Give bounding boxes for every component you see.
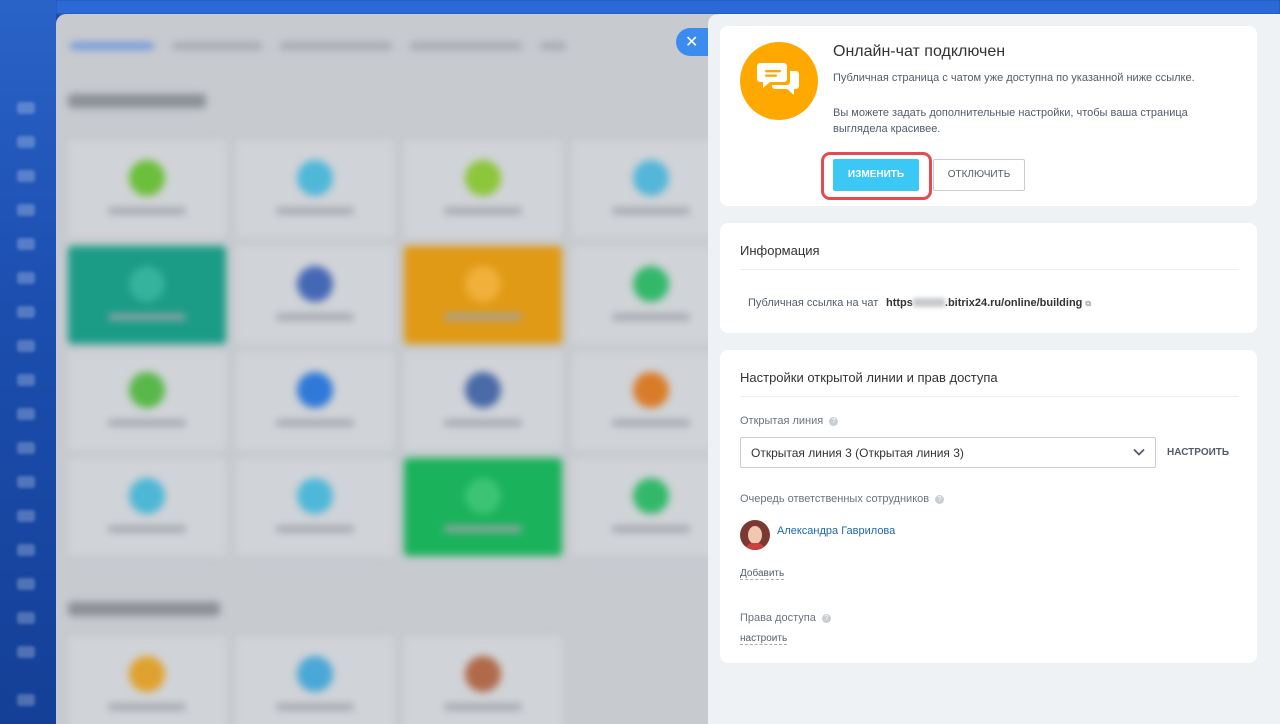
public-link[interactable]: https .bitrix24.ru/online/building ⧉ [886, 297, 1091, 309]
info-card: Информация Публичная ссылка на чат https… [720, 223, 1257, 333]
public-link-prefix: https [886, 297, 913, 309]
open-line-value: Открытая линия 3 (Открытая линия 3) [751, 446, 964, 460]
queue-user-link[interactable]: Александра Гаврилова [777, 525, 895, 537]
info-title: Информация [740, 243, 820, 258]
public-link-suffix: .bitrix24.ru/online/building [944, 297, 1083, 309]
app-sidebar [0, 0, 56, 724]
access-label: Права доступа? [740, 612, 831, 624]
open-line-label: Открытая линия? [740, 415, 839, 427]
public-link-label: Публичная ссылка на чат [748, 297, 879, 309]
change-button[interactable]: ИЗМЕНИТЬ [833, 159, 919, 191]
settings-title: Настройки открытой линии и прав доступа [740, 370, 998, 385]
close-icon: ✕ [685, 32, 699, 51]
status-description: Публичная страница с чатом уже доступна … [833, 72, 1195, 84]
settings-slider-panel: Онлайн-чат подключен Публичная страница … [708, 14, 1280, 724]
access-configure-link[interactable]: настроить [740, 633, 788, 645]
close-slider-button[interactable]: ✕ [676, 28, 712, 56]
status-title: Онлайн-чат подключен [833, 43, 1006, 60]
status-hint: Вы можете задать дополнительные настройк… [833, 107, 1188, 135]
app-header [56, 0, 1280, 14]
configure-line-button[interactable]: НАСТРОИТЬ [1167, 447, 1229, 458]
avatar[interactable] [740, 520, 770, 550]
redacted-domain [912, 297, 945, 307]
add-user-link[interactable]: Добавить [740, 568, 785, 580]
divider [740, 396, 1239, 397]
chat-bubbles-icon [740, 42, 818, 120]
blurred-contact-center-page [56, 14, 716, 724]
external-link-icon: ⧉ [1085, 299, 1092, 308]
settings-card: Настройки открытой линии и прав доступа … [720, 350, 1257, 663]
open-line-select[interactable]: Открытая линия 3 (Открытая линия 3) [740, 437, 1156, 468]
help-icon[interactable]: ? [829, 417, 839, 426]
status-card: Онлайн-чат подключен Публичная страница … [720, 26, 1257, 206]
divider [740, 269, 1239, 270]
help-icon[interactable]: ? [935, 495, 945, 504]
queue-label: Очередь ответственных сотрудников? [740, 493, 945, 505]
disable-button[interactable]: ОТКЛЮЧИТЬ [933, 159, 1025, 191]
help-icon[interactable]: ? [821, 614, 831, 623]
chevron-down-icon [1133, 448, 1145, 456]
